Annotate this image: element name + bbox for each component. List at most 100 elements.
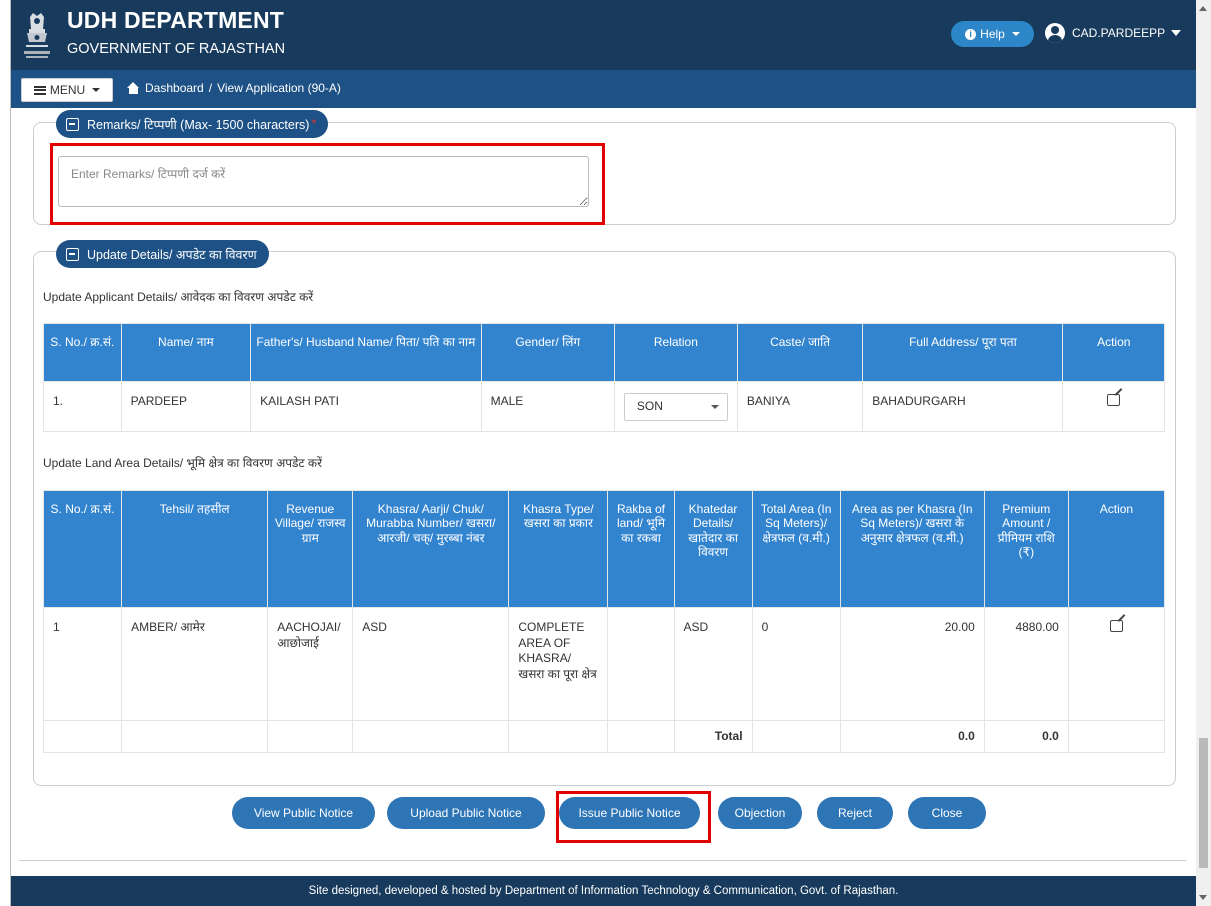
cell-tehsil: AMBER/ आमेर [121, 607, 269, 721]
app-window: UDH DEPARTMENT GOVERNMENT OF RAJASTHAN i… [10, 0, 1196, 906]
empty-cell [42, 720, 123, 753]
cell-sno: 1. [43, 381, 122, 432]
table-row: 1. PARDEEP KAILASH PATI MALE SON BANIYA … [43, 381, 1165, 432]
col-header-father: Father's/ Husband Name/ पिता/ पति का नाम [250, 323, 482, 382]
cell-relation: SON [613, 381, 738, 432]
user-menu[interactable]: CAD.PARDEEPP [1045, 23, 1182, 43]
relation-value: SON [636, 399, 663, 414]
app-title: UDH DEPARTMENT [67, 7, 285, 33]
total-label: Total [673, 720, 753, 753]
cell-khasra-type: COMPLETE AREA OF KHASRA/ खसरा का पूरा क्… [508, 607, 609, 721]
close-button[interactable]: Close [908, 797, 986, 829]
col-header-area-khasra: Area as per Khasra (In Sq Meters)/ खसरा … [839, 490, 985, 608]
remarks-legend-toggle[interactable]: Remarks/ टिप्पणी (Max- 1500 characters) … [56, 110, 329, 138]
cell-action [1062, 381, 1165, 432]
caret-down-icon [1171, 30, 1182, 36]
cell-action [1067, 607, 1166, 721]
upload-public-notice-button[interactable]: Upload Public Notice [387, 797, 545, 829]
col-header-village: Revenue Village/ राजस्व ग्राम [267, 490, 354, 608]
cell-khatedar: ASD [673, 607, 753, 721]
col-header-total-area: Total Area (In Sq Meters)/ क्षेत्रफल (व.… [751, 490, 841, 608]
help-label: Help [980, 27, 1005, 41]
collapse-icon [66, 117, 79, 131]
collapse-icon [66, 247, 79, 261]
cell-area-khasra: 20.00 [839, 607, 985, 721]
land-table: S. No./ क्र.सं. Tehsil/ तहसील Revenue Vi… [42, 490, 1166, 753]
breadcrumb-separator: / [208, 81, 213, 95]
highlight-box-issue [556, 791, 711, 843]
empty-cell [508, 720, 609, 753]
scroll-up-arrow-icon[interactable] [1199, 6, 1207, 11]
total-area-khasra: 0.0 [839, 720, 985, 753]
cell-premium: 4880.00 [983, 607, 1069, 721]
breadcrumb: Dashboard / View Application (90-A) [127, 81, 341, 95]
cell-name: PARDEEP [120, 381, 252, 432]
col-header-premium: Premium Amount / प्रीमियम राशि (₹) [983, 490, 1069, 608]
col-header-khasra: Khasra/ Aarji/ Chuk/ Murabba Number/ खसर… [352, 490, 510, 608]
required-mark: * [311, 117, 317, 131]
help-dropdown-button[interactable]: i Help [951, 21, 1034, 47]
cell-gender: MALE [480, 381, 615, 432]
empty-cell [607, 720, 675, 753]
scroll-down-arrow-icon[interactable] [1199, 895, 1207, 900]
home-icon [127, 82, 140, 94]
info-icon: i [965, 28, 977, 40]
col-header-action: Action [1062, 323, 1165, 382]
col-header-action: Action [1067, 490, 1166, 608]
col-header-name: Name/ नाम [120, 323, 252, 382]
col-header-khasra-type: Khasra Type/ खसरा का प्रकार [508, 490, 609, 608]
main-content: Remarks/ टिप्पणी (Max- 1500 characters) … [11, 108, 1196, 868]
col-header-gender: Gender/ लिंग [480, 323, 615, 382]
menu-label: MENU [49, 83, 86, 97]
cell-village: AACHOJAI/ आछोजाई [267, 607, 354, 721]
empty-cell [121, 720, 269, 753]
reject-button[interactable]: Reject [817, 797, 893, 829]
empty-cell [267, 720, 354, 753]
cell-khasra: ASD [352, 607, 510, 721]
menu-button[interactable]: MENU [21, 78, 113, 102]
total-row: Total 0.0 0.0 [42, 720, 1166, 753]
edit-icon[interactable] [1107, 394, 1121, 406]
cell-father: KAILASH PATI [250, 381, 482, 432]
applicant-table: S. No./ क्र.सं. Name/ नाम Father's/ Husb… [43, 323, 1165, 432]
hamburger-icon [33, 85, 46, 95]
land-section-title: Update Land Area Details/ भूमि क्षेत्र क… [43, 456, 322, 470]
applicant-section-title: Update Applicant Details/ आवेदक का विवरण… [43, 290, 314, 304]
col-header-rakba: Rakba of land/ भूमि का रकबा [607, 490, 675, 608]
breadcrumb-current: View Application (90-A) [217, 81, 341, 95]
breadcrumb-dashboard[interactable]: Dashboard [145, 81, 204, 95]
col-header-tehsil: Tehsil/ तहसील [121, 490, 269, 608]
update-details-legend-label: Update Details/ अपडेट का विवरण [87, 247, 257, 262]
objection-button[interactable]: Objection [718, 797, 802, 829]
cell-rakba [607, 607, 675, 721]
empty-cell [352, 720, 510, 753]
username: CAD.PARDEEPP [1072, 26, 1166, 40]
cell-total-area: 0 [751, 607, 841, 721]
col-header-sno: S. No./ क्र.सं. [42, 490, 123, 608]
cell-sno: 1 [42, 607, 123, 721]
caret-down-icon [710, 405, 719, 409]
col-header-relation: Relation [613, 323, 738, 382]
user-avatar-icon [1045, 23, 1065, 43]
edit-icon[interactable] [1109, 620, 1123, 632]
caret-down-icon [92, 88, 101, 92]
col-header-caste: Caste/ जाति [736, 323, 864, 382]
highlight-box-remarks [50, 143, 605, 225]
col-header-khatedar: Khatedar Details/ खातेदार का विवरण [673, 490, 753, 608]
view-public-notice-button[interactable]: View Public Notice [232, 797, 375, 829]
cell-caste: BANIYA [736, 381, 864, 432]
relation-select[interactable]: SON [623, 393, 728, 421]
update-details-legend-toggle[interactable]: Update Details/ अपडेट का विवरण [56, 240, 269, 268]
empty-cell [751, 720, 841, 753]
total-premium: 0.0 [983, 720, 1069, 753]
table-row: 1 AMBER/ आमेर AACHOJAI/ आछोजाई ASD COMPL… [42, 607, 1166, 721]
content-divider [19, 860, 1186, 861]
page-scrollbar[interactable] [1196, 0, 1211, 906]
scroll-thumb[interactable] [1199, 738, 1208, 868]
caret-down-icon [1011, 32, 1020, 36]
top-header: UDH DEPARTMENT GOVERNMENT OF RAJASTHAN i… [11, 0, 1196, 70]
app-subtitle: GOVERNMENT OF RAJASTHAN [67, 41, 286, 57]
col-header-sno: S. No./ क्र.सं. [43, 323, 122, 382]
state-emblem-logo [19, 9, 55, 63]
footer: Site designed, developed & hosted by Dep… [11, 876, 1196, 906]
